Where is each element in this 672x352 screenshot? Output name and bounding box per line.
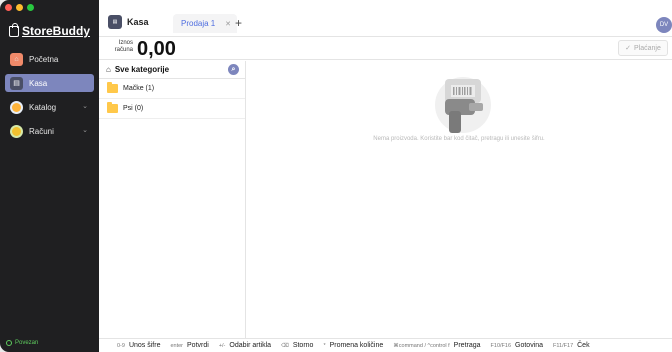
chevron-down-icon: ⌄ (82, 127, 88, 134)
search-icon[interactable]: ⌕ (228, 64, 239, 75)
brand-logo[interactable]: StoreBuddy (9, 22, 91, 38)
category-item-psi[interactable]: Psi (0) (99, 99, 245, 119)
tab-prodaja-1[interactable]: Prodaja 1 ✕ (173, 14, 237, 33)
pay-button[interactable]: ✓ Plaćanje (618, 40, 668, 56)
amount-value: 0,00 (137, 38, 176, 60)
category-item-label: Mačke (1) (123, 85, 155, 92)
minimize-window-button[interactable] (16, 4, 23, 11)
barcode-scanner-icon (435, 77, 491, 133)
category-header-label: Sve kategorije (114, 65, 170, 74)
amount-label: Iznos računa (114, 40, 133, 53)
sidebar-item-label: Računi (29, 126, 54, 136)
shortcut-item: 0-9 Unos šifre (117, 342, 161, 349)
shortcut-item: ⌘command / ^control f Pretraga (393, 342, 481, 349)
top-bar: ▤ Kasa Prodaja 1 ✕ + DV (99, 0, 672, 37)
home-icon: ⌂ (106, 65, 111, 74)
home-app-icon: ⌂ (10, 52, 23, 66)
add-tab-button[interactable]: + (235, 16, 242, 30)
shortcut-item: * Promena količine (323, 342, 384, 349)
window-controls (5, 4, 34, 11)
avatar[interactable]: DV (656, 17, 672, 33)
connected-icon (6, 340, 12, 346)
sidebar-item-kasa[interactable]: ▤ Kasa (5, 74, 94, 92)
check-icon: ✓ (625, 45, 631, 52)
close-window-button[interactable] (5, 4, 12, 11)
sidebar-item-label: Kasa (29, 78, 48, 88)
category-item-label: Psi (0) (123, 105, 144, 112)
category-panel: ⌂ Sve kategorije ⌕ Mačke (1) Psi (0) (99, 61, 246, 338)
category-item-macke[interactable]: Mačke (1) (99, 79, 245, 99)
chevron-down-icon: ⌄ (82, 103, 88, 110)
receipts-app-icon (10, 124, 23, 138)
sidebar-item-label: Katalog (29, 102, 57, 112)
maximize-window-button[interactable] (27, 4, 34, 11)
shortcut-item: ⌫ Storno (281, 342, 314, 349)
register-icon: ▤ (108, 15, 122, 29)
shortcut-item: enter Potvrdi (170, 342, 209, 349)
sidebar-item-label: Početna (29, 54, 59, 64)
shortcut-bar: 0-9 Unos šifre enter Potvrdi +/- Odabir art… (99, 338, 672, 352)
empty-state-message: Nema proizvoda. Koristite bar kod čitač,… (373, 136, 545, 142)
catalog-app-icon (10, 100, 23, 114)
page-title: Kasa (127, 17, 149, 27)
amount-row: Iznos računa 0,00 ✓ Plaćanje (99, 38, 672, 60)
product-area: Nema proizvoda. Koristite bar kod čitač,… (246, 61, 672, 338)
connection-status: Povezan (6, 340, 38, 346)
folder-icon (107, 82, 118, 93)
pay-button-label: Plaćanje (634, 44, 661, 52)
brand-name: StoreBuddy (22, 24, 91, 38)
folder-icon (107, 102, 118, 113)
shortcut-item: +/- Odabir artikla (218, 342, 272, 349)
sidebar: StoreBuddy ⌂ Početna ▤ Kasa Katalog ⌄ Ra… (0, 0, 99, 352)
sidebar-item-racuni[interactable]: Računi ⌄ (5, 122, 94, 140)
shortcut-item: F11/F17 Ček (553, 342, 590, 349)
category-header[interactable]: ⌂ Sve kategorije ⌕ (99, 61, 245, 79)
shortcut-item: F10/F16 Gotovina (490, 342, 544, 349)
sidebar-item-katalog[interactable]: Katalog ⌄ (5, 98, 94, 116)
shopping-bag-icon (9, 22, 19, 37)
tab-label: Prodaja 1 (181, 19, 216, 28)
register-app-icon: ▤ (10, 76, 23, 90)
connection-status-label: Povezan (15, 340, 39, 346)
main-area: ▤ Kasa Prodaja 1 ✕ + DV Iznos računa 0,0… (99, 0, 672, 352)
close-tab-icon[interactable]: ✕ (225, 20, 231, 28)
sidebar-nav: ⌂ Početna ▤ Kasa Katalog ⌄ Računi ⌄ (5, 50, 94, 146)
sidebar-item-pocetna[interactable]: ⌂ Početna (5, 50, 94, 68)
